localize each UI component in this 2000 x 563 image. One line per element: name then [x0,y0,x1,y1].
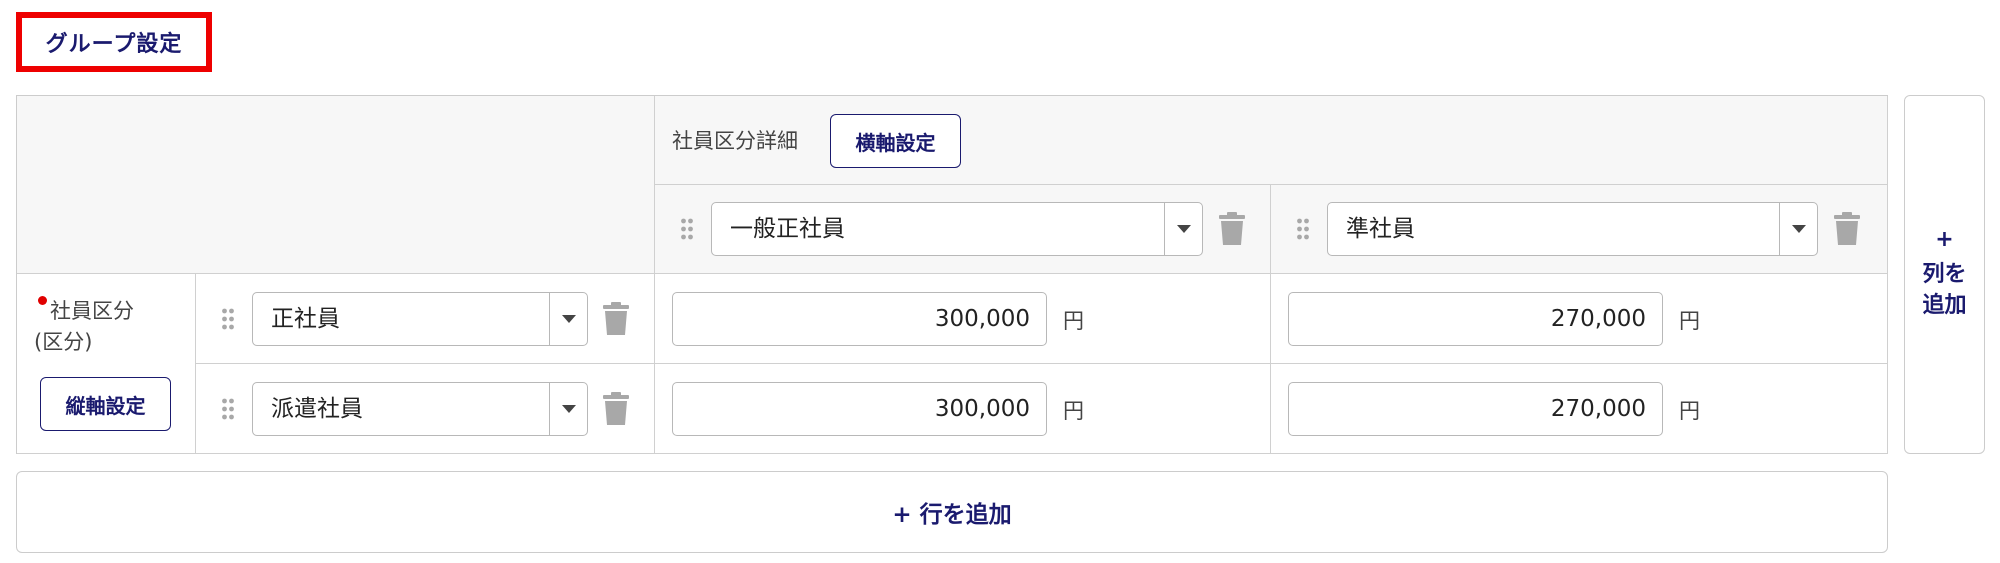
value-cell-r1-c1: 300,000 円 [655,274,1271,364]
trash-icon[interactable] [602,302,630,336]
column-1-select[interactable]: 一般正社員 [711,202,1203,256]
value-cell-r2-c1: 300,000 円 [655,364,1271,454]
add-column-label-line1: 列を [1922,262,1967,287]
column-2-select[interactable]: 準社員 [1327,202,1818,256]
currency-unit: 円 [1679,399,1700,423]
vertical-axis-header: 社員区分 (区分) 縦軸設定 [17,274,196,454]
required-indicator [38,296,47,305]
caret-down-icon[interactable] [549,383,587,435]
currency-unit: 円 [1063,309,1084,333]
amount-input[interactable]: 300,000 [672,292,1047,346]
horizontal-axis-settings-button[interactable]: 横軸設定 [830,114,961,168]
row-1-select[interactable]: 正社員 [252,292,588,346]
row-2-select[interactable]: 派遣社員 [252,382,588,436]
row-2-select-value: 派遣社員 [271,396,363,422]
caret-down-icon[interactable] [1164,203,1202,255]
currency-unit: 円 [1679,309,1700,333]
trash-icon[interactable] [1833,212,1861,246]
column-header-2: 準社員 [1271,185,1888,274]
row-header-1: 正社員 [196,274,655,364]
horizontal-axis-label: 社員区分詳細 [672,129,798,153]
currency-unit: 円 [1063,399,1084,423]
drag-handle-icon[interactable] [680,218,694,240]
row-header-2: 派遣社員 [196,364,655,454]
amount-input[interactable]: 270,000 [1288,382,1663,436]
caret-down-icon[interactable] [549,293,587,345]
column-header-1: 一般正社員 [655,185,1271,274]
amount-input[interactable]: 270,000 [1288,292,1663,346]
vertical-axis-label: 社員区分 [50,299,134,323]
group-settings-button[interactable]: グループ設定 [16,12,212,72]
trash-icon[interactable] [602,392,630,426]
add-column-label-line2: 追加 [1922,293,1967,318]
drag-handle-icon[interactable] [221,398,235,420]
drag-handle-icon[interactable] [221,308,235,330]
column-1-select-value: 一般正社員 [730,216,845,242]
value-cell-r1-c2: 270,000 円 [1271,274,1888,364]
value-cell-r2-c2: 270,000 円 [1271,364,1888,454]
drag-handle-icon[interactable] [1296,218,1310,240]
plus-icon: + [1935,227,1954,252]
corner-cell [17,96,655,274]
column-2-select-value: 準社員 [1346,216,1415,242]
add-row-button[interactable]: + 行を追加 [16,471,1888,553]
vertical-axis-sublabel: (区分) [34,330,93,354]
caret-down-icon[interactable] [1779,203,1817,255]
horizontal-axis-header: 社員区分詳細 横軸設定 [655,96,1888,185]
group-matrix: 社員区分詳細 横軸設定 一般正社員 準社員 社員区分 (区分) 縦軸設定 正社員… [16,95,1888,454]
trash-icon[interactable] [1218,212,1246,246]
row-1-select-value: 正社員 [271,306,340,332]
amount-input[interactable]: 300,000 [672,382,1047,436]
vertical-axis-settings-button[interactable]: 縦軸設定 [40,377,171,431]
add-column-button[interactable]: + 列を 追加 [1904,95,1985,454]
